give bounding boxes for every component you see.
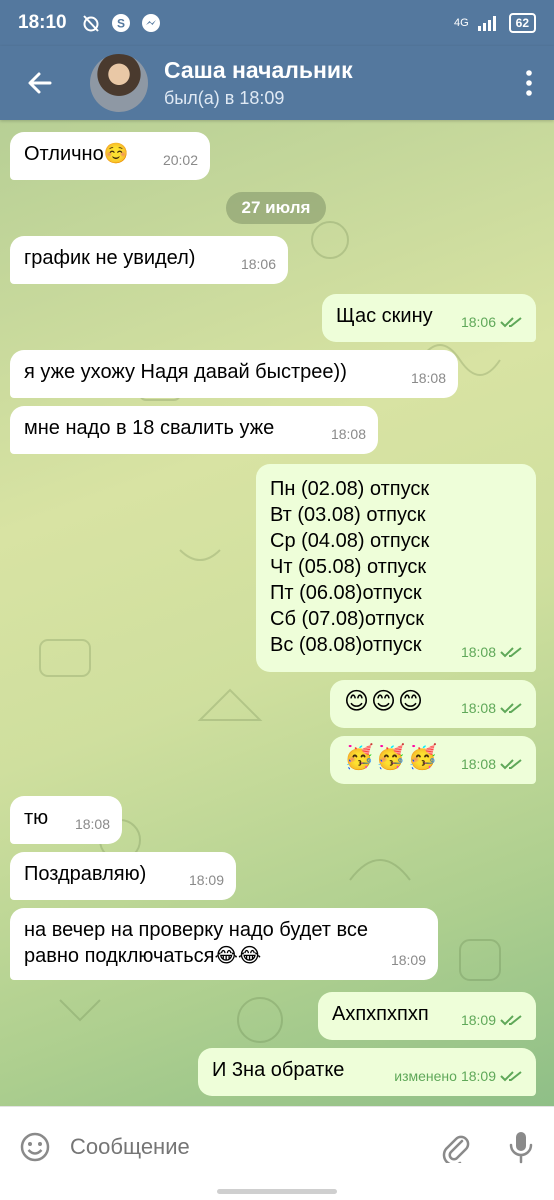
emoji-button[interactable] [0,1107,70,1187]
message-incoming[interactable]: тю 18:08 [10,796,122,844]
double-check-icon [500,759,522,770]
attach-button[interactable] [422,1107,488,1187]
message-time: 18:06 [240,256,276,272]
arrow-left-icon [28,72,52,94]
status-right: 4G 62 [454,13,536,33]
message-time: 18:09 [460,1012,496,1028]
message-meta: 18:08 [461,695,524,721]
double-check-icon [500,1071,522,1082]
contact-name: Саша начальник [164,57,353,83]
message-line: Пт (06.08)отпуск [270,582,422,604]
alarm-off-icon [82,15,99,32]
smiley-icon [20,1132,50,1161]
message-text: 🥳🥳🥳 [344,744,440,771]
contact-avatar[interactable] [90,54,148,112]
message-meta: 18:08 [461,751,524,777]
message-time: 18:08 [74,816,110,832]
more-vertical-icon [526,70,532,96]
message-time: 18:08 [460,644,496,660]
double-check-icon [500,317,522,328]
message-time: 18:06 [460,314,496,330]
system-nav-bar [0,1186,554,1200]
message-line: равно подключаться😂😂 [24,945,262,967]
battery-indicator: 62 [508,13,536,33]
svg-text:S: S [117,17,125,31]
contact-last-seen: был(а) в 18:09 [164,88,285,108]
date-separator: 27 июля [226,192,326,224]
message-line: Ср (04.08) отпуск [270,530,430,552]
message-incoming[interactable]: график не увидел) 18:06 [10,236,288,284]
message-text: И 3на обратке [212,1059,345,1081]
message-outgoing[interactable]: Ахпхпхпхп 18:09 [318,992,536,1040]
message-line: Сб (07.08)отпуск [270,608,425,630]
message-incoming[interactable]: мне надо в 18 свалить уже 18:08 [10,406,378,454]
message-outgoing[interactable]: Щас скину 18:06 [322,294,536,342]
message-line: Пн (02.08) отпуск [270,478,430,500]
message-line: Вт (03.08) отпуск [270,504,426,526]
message-outgoing[interactable]: И 3на обратке изменено 18:09 [198,1048,536,1096]
chat-area[interactable]: Отлично☺️ 20:02 27 июля график не увидел… [0,120,554,1106]
double-check-icon [500,1015,522,1026]
status-icons: S [81,13,161,33]
message-meta: 18:06 [461,309,524,335]
signal-icon [477,16,496,31]
message-incoming[interactable]: Отлично☺️ 20:02 [10,132,210,180]
messenger-icon [141,14,160,32]
message-text: тю [24,807,49,829]
back-button[interactable] [0,46,80,120]
message-meta: 18:09 [461,1007,524,1033]
status-time: 18:10 [18,12,67,33]
message-time: 18:09 [188,872,224,888]
message-text: я уже ухожу Надя давай быстрее)) [24,361,347,383]
message-time: 18:08 [410,370,446,386]
chat-header: Саша начальник был(а) в 18:09 [0,46,554,120]
message-time: 20:02 [162,152,198,168]
contact-info[interactable]: Саша начальник был(а) в 18:09 [164,57,353,109]
voice-message-button[interactable] [488,1107,554,1187]
message-text: график не увидел) [24,247,196,269]
home-gesture-handle[interactable] [217,1189,337,1194]
message-text: Отлично☺️ [24,143,129,165]
message-text: Щас скину [336,305,433,327]
message-line: Чт (05.08) отпуск [270,556,427,578]
message-input-bar [0,1106,554,1186]
message-outgoing[interactable]: 😊😊😊 18:08 [330,680,536,728]
message-text: 😊😊😊 [344,688,426,715]
message-incoming[interactable]: на вечер на проверку надо будет все равн… [10,908,438,980]
microphone-icon [509,1131,533,1163]
message-text: мне надо в 18 свалить уже [24,417,275,439]
message-edited-label: изменено [394,1068,457,1084]
message-line: на вечер на проверку надо будет все [24,919,369,941]
paperclip-icon [442,1135,470,1163]
message-text: Поздравляю) [24,863,147,885]
message-input[interactable] [70,1133,422,1160]
message-time: 18:08 [330,426,366,442]
message-meta: 18:08 [461,639,524,665]
network-type: 4G [453,17,469,29]
message-time: 18:09 [460,1068,496,1084]
message-time: 18:08 [460,756,496,772]
message-time: 18:09 [390,952,426,968]
message-incoming[interactable]: я уже ухожу Надя давай быстрее)) 18:08 [10,350,458,398]
status-bar: 18:10 S 4G 62 [0,0,554,46]
message-outgoing[interactable]: 🥳🥳🥳 18:08 [330,736,536,784]
message-meta: изменено 18:09 [394,1063,524,1089]
double-check-icon [500,703,522,714]
message-outgoing[interactable]: Пн (02.08) отпуск Вт (03.08) отпуск Ср (… [256,464,536,672]
skype-icon: S [111,14,130,32]
message-text: Ахпхпхпхп [332,1003,429,1025]
message-time: 18:08 [460,700,496,716]
more-menu-button[interactable] [504,46,554,120]
double-check-icon [500,647,522,658]
message-incoming[interactable]: Поздравляю) 18:09 [10,852,236,900]
